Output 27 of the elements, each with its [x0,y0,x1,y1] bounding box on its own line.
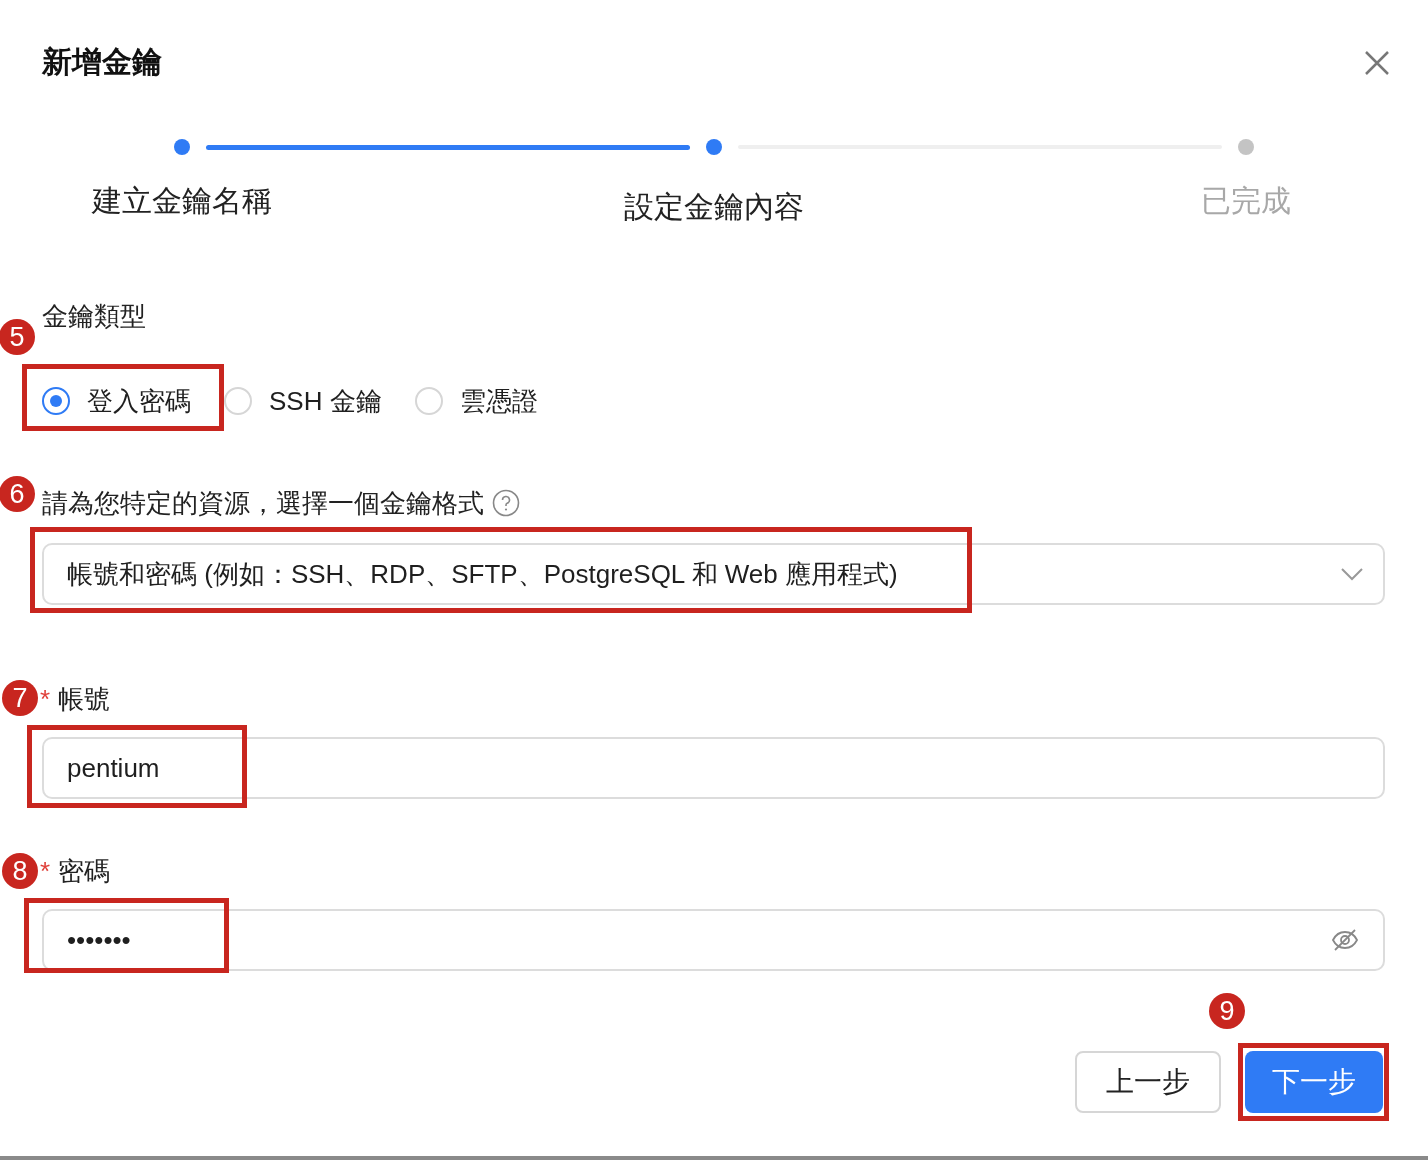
back-button[interactable]: 上一步 [1075,1051,1221,1113]
radio-option[interactable]: 雲憑證 [414,383,538,419]
next-button[interactable]: 下一步 [1245,1051,1383,1113]
step-label: 建立金鑰名稱 [92,184,272,217]
format-select[interactable]: 帳號和密碼 (例如：SSH、RDP、SFTP、PostgreSQL 和 Web 應用程式) [42,543,1385,605]
step-label: 設定金鑰內容 [624,190,804,223]
required-mark: * [40,855,51,887]
field-label: 金鑰類型 [42,299,146,333]
radio-option[interactable]: 登入密碼 [42,383,191,419]
step-number-badge: 5 [0,319,35,355]
step-number-badge: 7 [2,680,38,716]
radio-option[interactable]: SSH 金鑰 [224,383,382,419]
dialog-title: 新增金鑰 [42,44,162,80]
field-label: 密碼 [58,854,111,888]
step-label: 已完成 [1201,184,1291,217]
field-label: 帳號 [58,682,111,716]
required-mark: * [40,683,51,715]
step-number-badge: 8 [2,853,38,889]
step-number-badge: 9 [1209,993,1245,1029]
help-icon[interactable] [492,489,520,517]
chevron-down-icon [1341,567,1363,581]
field-label: 請為您特定的資源，選擇一個金鑰格式 [42,486,484,520]
radio-icon[interactable] [42,387,70,415]
password-field[interactable]: ••••••• [42,909,1385,971]
account-field[interactable]: pentium [42,737,1385,799]
step-number-badge: 6 [0,476,35,512]
eye-off-icon[interactable] [1331,928,1359,952]
